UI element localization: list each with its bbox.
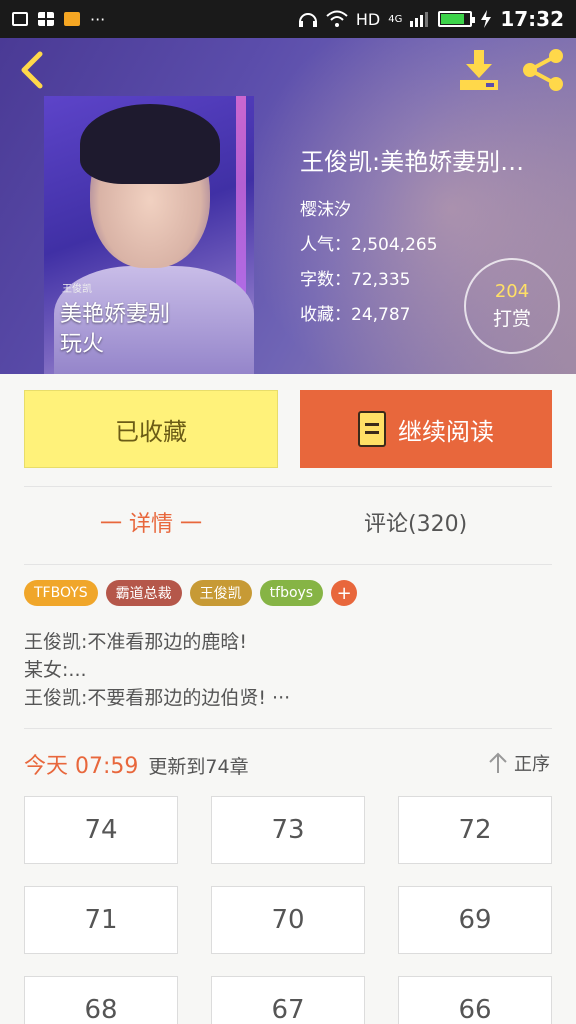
- arrow-up-icon: [489, 752, 507, 773]
- chapter-button[interactable]: 69: [398, 886, 552, 954]
- chapter-button[interactable]: 71: [24, 886, 178, 954]
- battery-icon: [438, 11, 476, 27]
- update-info: 今天 07:59 更新到74章: [24, 748, 249, 780]
- chapter-grid: 74 73 72 71 70 69 68 67 66: [24, 796, 552, 1024]
- cover-subtitle: 王俊凯: [62, 284, 92, 295]
- continue-reading-button[interactable]: 继续阅读: [300, 390, 552, 468]
- continue-reading-label: 继续阅读: [398, 417, 494, 446]
- wifi-icon: [326, 10, 348, 27]
- more-notifications: ···: [90, 9, 106, 29]
- sort-order-button[interactable]: 正序: [488, 750, 550, 776]
- download-icon: [460, 50, 498, 90]
- chapter-button[interactable]: 66: [398, 976, 552, 1024]
- chapter-button[interactable]: 67: [211, 976, 365, 1024]
- description-line: 某女:...: [24, 659, 87, 681]
- chapter-button[interactable]: 74: [24, 796, 178, 864]
- cover-title: 美艳娇妻别玩火: [60, 302, 171, 357]
- share-button[interactable]: [520, 48, 566, 92]
- share-icon: [523, 49, 563, 91]
- update-text: 更新到74章: [148, 756, 249, 778]
- image-icon: [12, 12, 28, 26]
- chapter-button[interactable]: 72: [398, 796, 552, 864]
- cover-figure-hair: [80, 104, 220, 184]
- favorited-button[interactable]: 已收藏: [24, 390, 278, 468]
- book-header: 王俊凯 美艳娇妻别玩火 王俊凯:美艳娇妻别… 樱沫汐 人气：2,504,265 …: [0, 38, 576, 374]
- book-title: 王俊凯:美艳娇妻别…: [300, 148, 525, 176]
- chapter-button[interactable]: 73: [211, 796, 365, 864]
- divider: [24, 728, 552, 729]
- signal-label: 4G: [388, 13, 403, 25]
- book-icon: [358, 411, 386, 447]
- divider: [24, 486, 552, 487]
- divider: [24, 564, 552, 565]
- network-label: HD: [355, 9, 381, 29]
- signal-icon: [410, 12, 429, 27]
- description-line: 王俊凯:不准看那边的鹿晗!: [24, 631, 248, 653]
- charging-icon: [481, 10, 492, 28]
- book-author[interactable]: 樱沫汐: [300, 195, 570, 220]
- chapter-button[interactable]: 68: [24, 976, 178, 1024]
- tip-label: 打赏: [492, 308, 531, 330]
- tip-button[interactable]: 204 打赏: [464, 258, 560, 354]
- description-line: 王俊凯:不要看那边的边伯贤! ···: [24, 687, 291, 709]
- add-tag-button[interactable]: +: [331, 580, 358, 606]
- app-icon: [64, 12, 80, 26]
- tag-wang-junkai[interactable]: 王俊凯: [189, 580, 252, 606]
- tab-comments[interactable]: 评论(320): [364, 506, 467, 538]
- tag-list: TFBOYS 霸道总裁 王俊凯 tfboys +: [24, 580, 358, 606]
- grid-icon: [38, 12, 54, 26]
- tip-count: 204: [494, 281, 530, 302]
- popularity-stat: 人气：2,504,265: [300, 235, 438, 255]
- download-button[interactable]: [456, 48, 502, 92]
- status-bar: ··· HD 4G 17:32: [0, 0, 576, 38]
- tag-domineering-ceo[interactable]: 霸道总裁: [105, 580, 182, 606]
- tag-tfboys-lower[interactable]: tfboys: [259, 580, 324, 606]
- book-description[interactable]: 王俊凯:不准看那边的鹿晗! 某女:... 王俊凯:不要看那边的边伯贤! ···: [24, 628, 290, 712]
- sort-label: 正序: [514, 754, 550, 775]
- back-button[interactable]: [14, 50, 50, 90]
- tag-tfboys-upper[interactable]: TFBOYS: [24, 580, 98, 606]
- headphone-icon: [298, 13, 317, 27]
- tab-detail[interactable]: 一 详情 一: [100, 506, 202, 538]
- chevron-left-icon: [21, 51, 43, 89]
- chapter-button[interactable]: 70: [211, 886, 365, 954]
- clock: 17:32: [500, 7, 564, 31]
- book-cover[interactable]: 王俊凯 美艳娇妻别玩火: [44, 96, 254, 374]
- update-time: 今天 07:59: [24, 754, 139, 779]
